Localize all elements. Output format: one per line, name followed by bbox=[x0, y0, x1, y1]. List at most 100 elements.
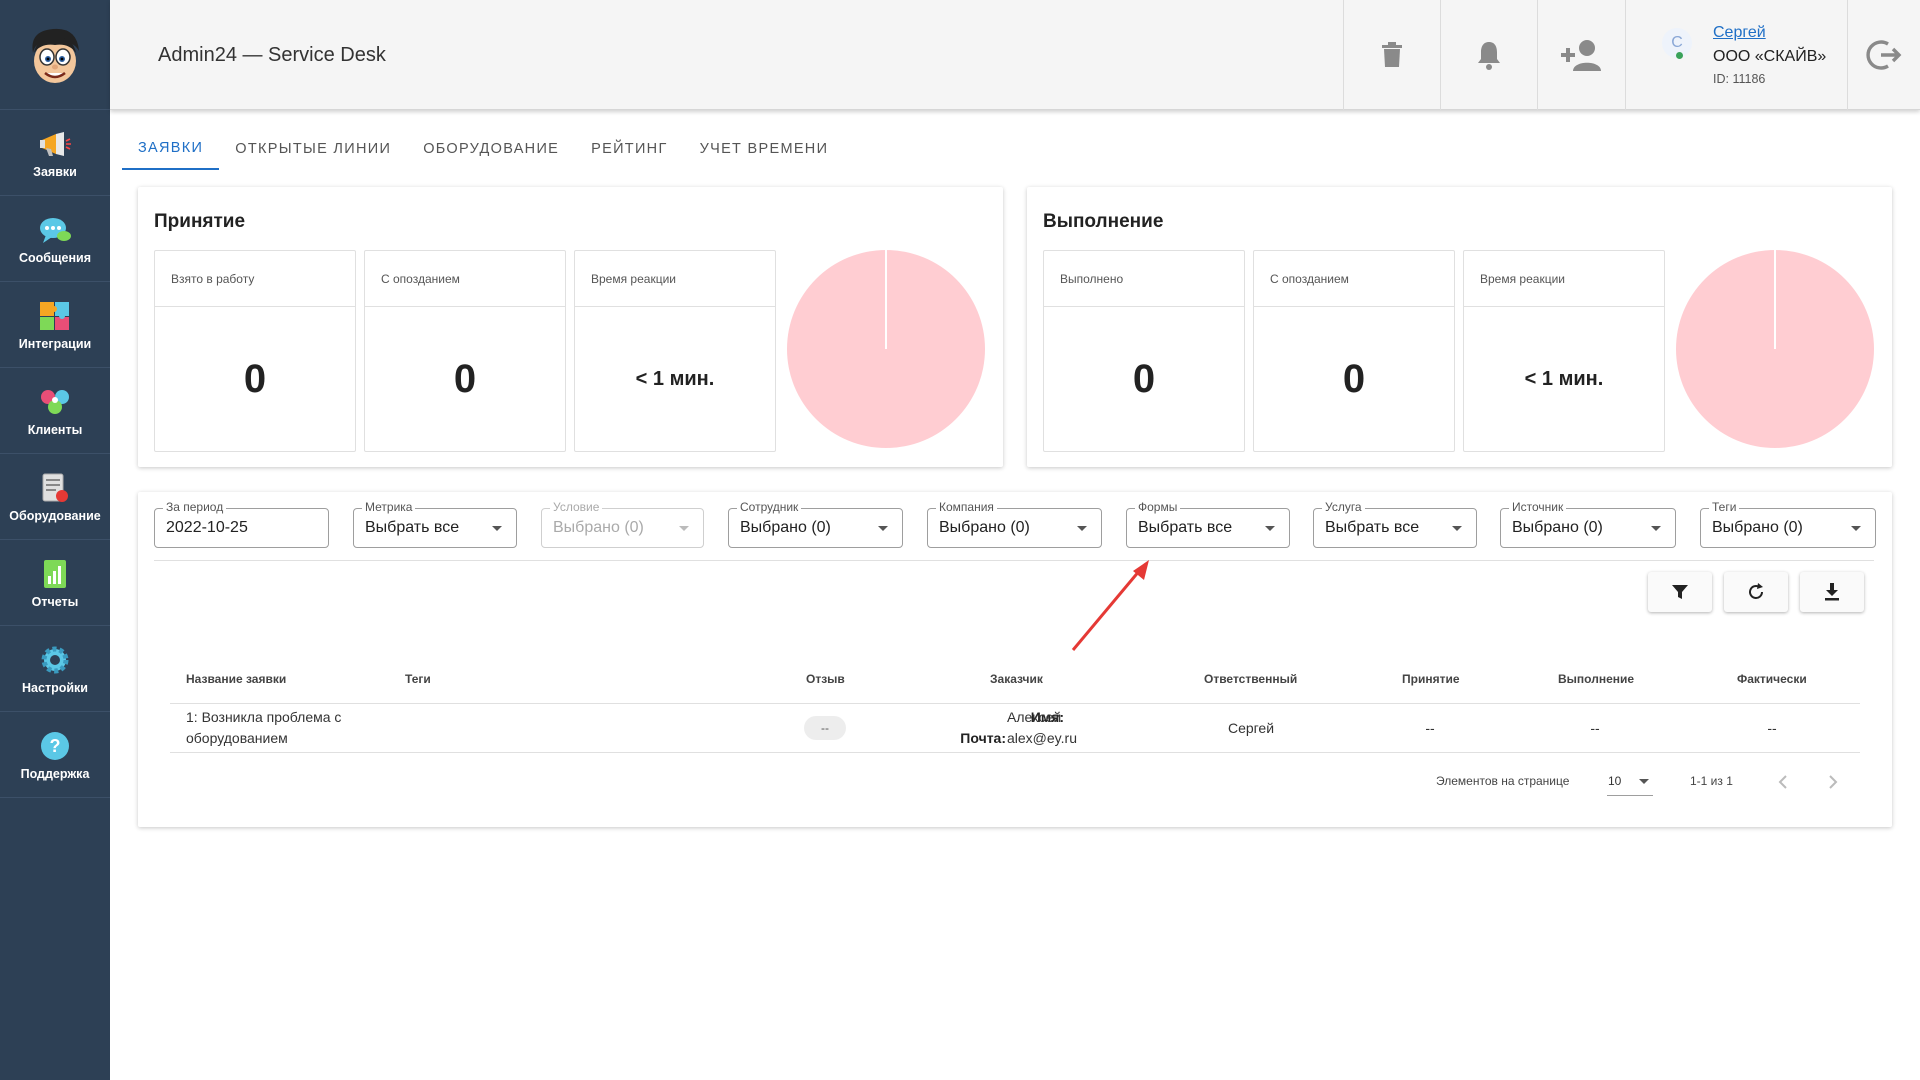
trash-button[interactable] bbox=[1343, 0, 1440, 110]
per-page-value: 10 bbox=[1608, 773, 1622, 788]
sidebar-item-label: Настройки bbox=[22, 680, 88, 695]
employee-filter[interactable]: Сотрудник Выбрано (0) bbox=[728, 500, 903, 548]
metric-label: С опозданием bbox=[365, 251, 565, 307]
tab-equipment[interactable]: ОБОРУДОВАНИЕ bbox=[407, 128, 575, 170]
chevron-down-icon bbox=[1452, 526, 1462, 531]
column-header-responsible[interactable]: Ответственный bbox=[1204, 672, 1297, 686]
prev-page-button[interactable] bbox=[1771, 770, 1795, 794]
download-icon bbox=[1825, 583, 1839, 601]
metric-label: Выполнено bbox=[1044, 251, 1244, 307]
sidebar-item-requests[interactable]: Заявки bbox=[0, 110, 110, 196]
sidebar-item-label: Сообщения bbox=[18, 250, 92, 265]
bell-icon bbox=[1478, 42, 1500, 70]
filter-value: Выбрать все bbox=[365, 519, 460, 536]
sidebar-item-label: Клиенты bbox=[27, 422, 83, 437]
acceptance-title: Принятие bbox=[154, 211, 246, 232]
column-header-customer[interactable]: Заказчик bbox=[990, 672, 1043, 686]
sidebar-item-support[interactable]: ? Поддержка bbox=[0, 712, 110, 798]
tab-rating[interactable]: РЕЙТИНГ bbox=[575, 128, 683, 170]
chevron-down-icon bbox=[492, 526, 502, 531]
column-header-title[interactable]: Название заявки bbox=[186, 672, 286, 686]
sidebar-item-reports[interactable]: Отчеты bbox=[0, 540, 110, 626]
sidebar-item-messages[interactable]: Сообщения bbox=[0, 196, 110, 282]
tab-requests[interactable]: ЗАЯВКИ bbox=[122, 128, 220, 170]
chevron-down-icon bbox=[679, 526, 689, 531]
logo bbox=[0, 0, 110, 110]
metric-filter[interactable]: Метрика Выбрать все bbox=[353, 500, 517, 548]
tab-open-lines[interactable]: ОТКРЫТЫЕ ЛИНИИ bbox=[219, 128, 407, 170]
notifications-button[interactable] bbox=[1440, 0, 1537, 110]
refresh-button[interactable] bbox=[1724, 572, 1788, 612]
next-page-button[interactable] bbox=[1821, 770, 1845, 794]
sidebar-item-label: Интеграции bbox=[18, 336, 92, 351]
tab-time-tracking[interactable]: УЧЕТ ВРЕМЕНИ bbox=[684, 128, 845, 170]
column-header-feedback[interactable]: Отзыв bbox=[806, 672, 845, 686]
logout-icon bbox=[1866, 40, 1902, 70]
equipment-icon bbox=[38, 471, 72, 505]
sidebar-item-settings[interactable]: Настройки bbox=[0, 626, 110, 712]
acceptance-card: Принятие Взято в работу 0 С опозданием 0… bbox=[138, 187, 1003, 467]
column-header-actual[interactable]: Фактически bbox=[1737, 672, 1807, 686]
filter-label: За период bbox=[163, 500, 227, 514]
column-header-tags[interactable]: Теги bbox=[405, 672, 431, 686]
filter-label: Компания bbox=[936, 500, 997, 514]
megaphone-icon bbox=[38, 127, 72, 161]
metric-value: < 1 мин. bbox=[635, 367, 715, 390]
source-filter[interactable]: Источник Выбрано (0) bbox=[1500, 500, 1676, 548]
execution-pie-chart bbox=[1676, 250, 1874, 448]
sidebar-item-integrations[interactable]: Интеграции bbox=[0, 282, 110, 368]
filter-label: Источник bbox=[1509, 500, 1567, 514]
clients-icon bbox=[38, 385, 72, 419]
filter-value: 2022-10-25 bbox=[166, 519, 248, 536]
chat-bubble-icon bbox=[38, 213, 72, 247]
chevron-down-icon bbox=[1639, 779, 1649, 784]
filter-value: Выбрать все bbox=[1325, 519, 1420, 536]
chevron-down-icon bbox=[1265, 526, 1275, 531]
metric-value: 0 bbox=[1132, 356, 1156, 401]
sidebar-item-label: Оборудование bbox=[9, 508, 101, 523]
row-divider bbox=[170, 752, 1860, 753]
service-filter[interactable]: Услуга Выбрать все bbox=[1313, 500, 1477, 548]
company-filter[interactable]: Компания Выбрано (0) bbox=[927, 500, 1102, 548]
customer-email-label: Почта: bbox=[960, 730, 1006, 746]
add-user-button[interactable] bbox=[1537, 0, 1625, 110]
tags-filter[interactable]: Теги Выбрано (0) bbox=[1700, 500, 1876, 548]
metric-late: С опозданием 0 bbox=[1253, 250, 1455, 452]
metric-reaction-time: Время реакции < 1 мин. bbox=[574, 250, 776, 452]
per-page-select[interactable]: 10 bbox=[1607, 766, 1653, 796]
metric-value: < 1 мин. bbox=[1524, 367, 1604, 390]
forms-filter[interactable]: Формы Выбрать все bbox=[1126, 500, 1290, 548]
refresh-icon bbox=[1749, 583, 1763, 599]
metric-value: 0 bbox=[243, 356, 267, 401]
metric-label: Время реакции bbox=[575, 251, 775, 307]
column-header-acceptance[interactable]: Принятие bbox=[1402, 672, 1460, 686]
filter-value: Выбрано (0) bbox=[740, 519, 831, 536]
execution-card: Выполнение Выполнено 0 С опозданием 0 Вр… bbox=[1027, 187, 1892, 467]
filter-label: Теги bbox=[1709, 500, 1740, 514]
filter-button[interactable] bbox=[1648, 572, 1712, 612]
user-name-link[interactable]: Сергей bbox=[1713, 24, 1766, 42]
metric-reaction-time: Время реакции < 1 мин. bbox=[1463, 250, 1665, 452]
execution-value: -- bbox=[1590, 720, 1600, 736]
metric-taken: Взято в работу 0 bbox=[154, 250, 356, 452]
chevron-down-icon bbox=[878, 526, 888, 531]
filter-label: Формы bbox=[1135, 500, 1181, 514]
request-title-line: оборудованием bbox=[186, 730, 288, 746]
add-user-icon bbox=[1560, 40, 1601, 71]
condition-filter: Условие Выбрано (0) bbox=[541, 500, 704, 548]
top-header: Admin24 — Service Desk С Сергей ООО «СКА… bbox=[110, 0, 1920, 110]
column-header-execution[interactable]: Выполнение bbox=[1558, 672, 1634, 686]
customer-name: Алексей bbox=[1007, 709, 1062, 725]
period-filter[interactable]: За период 2022-10-25 bbox=[154, 500, 329, 548]
sidebar-item-clients[interactable]: Клиенты bbox=[0, 368, 110, 454]
metric-late: С опозданием 0 bbox=[364, 250, 566, 452]
logout-button[interactable] bbox=[1847, 0, 1920, 110]
download-button[interactable] bbox=[1800, 572, 1864, 612]
svg-text:?: ? bbox=[50, 736, 61, 756]
request-title-line: 1: Возникла проблема с bbox=[186, 709, 342, 725]
filter-value: Выбрано (0) bbox=[553, 519, 644, 536]
filter-label: Условие bbox=[550, 500, 603, 514]
main-tabs: ЗАЯВКИ ОТКРЫТЫЕ ЛИНИИ ОБОРУДОВАНИЕ РЕЙТИ… bbox=[122, 128, 844, 170]
sidebar-item-equipment[interactable]: Оборудование bbox=[0, 454, 110, 540]
filter-value: Выбрано (0) bbox=[1712, 519, 1803, 536]
